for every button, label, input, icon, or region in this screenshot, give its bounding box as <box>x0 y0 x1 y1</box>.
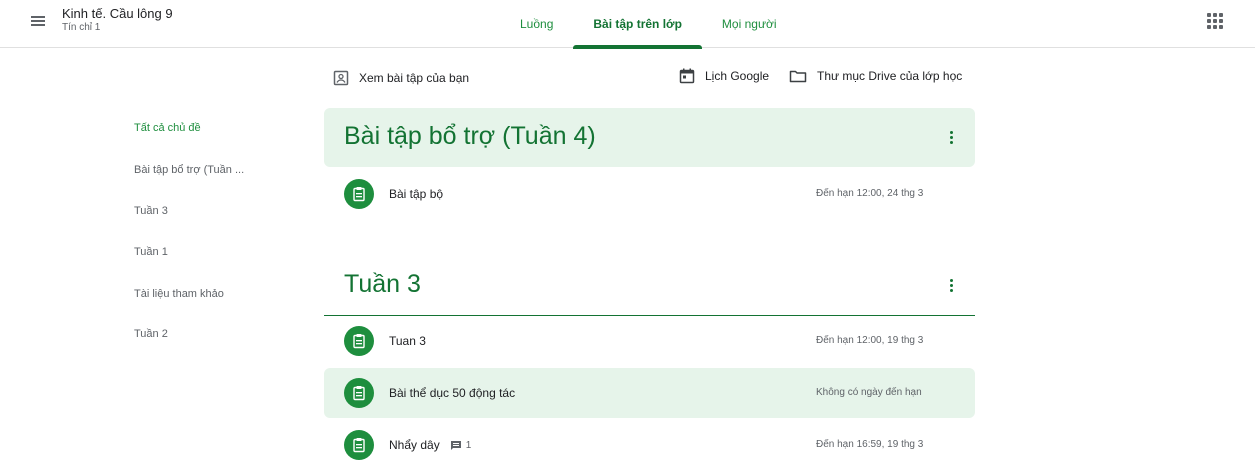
assignment-title: Bài tập bộ <box>389 187 444 201</box>
top-app-bar: Kinh tế. Cầu lông 9 Tín chỉ 1 Luồng Bài … <box>0 0 1255 49</box>
class-title[interactable]: Kinh tế. Cầu lông 9 <box>62 6 173 21</box>
comment-icon <box>450 440 462 451</box>
hamburger-menu-icon[interactable] <box>29 13 47 31</box>
topic-header-week-3: Tuần 3 <box>324 256 975 315</box>
assignment-title: Nhẩy dây <box>389 438 440 452</box>
class-section: Tín chỉ 1 <box>62 22 101 33</box>
assignment-title: Bài thể dục 50 động tác <box>389 386 516 400</box>
comment-count: 1 <box>465 439 472 451</box>
calendar-icon <box>679 68 695 84</box>
assignment-item[interactable]: Nhẩy dây 1 Đến hạn 16:59, 19 thg 3 <box>324 420 975 463</box>
sidebar-item-all-topics[interactable]: Tất cả chủ đề <box>134 122 201 134</box>
sidebar-item-week-3[interactable]: Tuần 3 <box>134 205 168 217</box>
sidebar-item-references[interactable]: Tài liệu tham khảo <box>134 288 224 300</box>
apps-grid-icon[interactable] <box>1207 13 1223 29</box>
sidebar-item-week-2[interactable]: Tuần 2 <box>134 328 168 340</box>
assignment-item[interactable]: Bài thể dục 50 động tác Không có ngày đế… <box>324 368 975 418</box>
drive-folder-label: Thư mục Drive của lớp học <box>817 69 963 83</box>
assignment-icon <box>344 430 374 460</box>
topic-title[interactable]: Tuần 3 <box>344 270 421 299</box>
view-your-work-label: Xem bài tập của bạn <box>359 71 470 85</box>
account-box-icon <box>333 70 349 86</box>
view-your-work-link[interactable]: Xem bài tập của bạn <box>333 68 469 88</box>
topic-title[interactable]: Bài tập bổ trợ (Tuần 4) <box>344 122 596 151</box>
tab-people[interactable]: Mọi người <box>702 0 797 48</box>
sidebar-item-week-1[interactable]: Tuần 1 <box>134 246 168 258</box>
sidebar-item-supplementary[interactable]: Bài tập bổ trợ (Tuần ... <box>134 164 244 176</box>
assignment-item[interactable]: Bài tập bộ Đến hạn 12:00, 24 thg 3 <box>324 169 975 219</box>
assignment-item[interactable]: Tuan 3 Đến hạn 12:00, 19 thg 3 <box>324 316 975 366</box>
folder-icon <box>789 70 807 83</box>
google-calendar-label: Lịch Google <box>705 69 770 83</box>
assignment-due-date: Không có ngày đến hạn <box>816 387 922 398</box>
tab-classwork[interactable]: Bài tập trên lớp <box>573 0 702 49</box>
assignment-due-date: Đến hạn 12:00, 24 thg 3 <box>816 188 924 199</box>
tab-stream[interactable]: Luồng <box>500 0 573 48</box>
assignment-icon <box>344 326 374 356</box>
assignment-icon <box>344 378 374 408</box>
assignment-title-row: Nhẩy dây 1 <box>389 438 471 452</box>
assignment-icon <box>344 179 374 209</box>
topic-header-supplementary: Bài tập bổ trợ (Tuần 4) <box>324 108 975 167</box>
more-options-icon[interactable] <box>950 131 954 145</box>
assignment-due-date: Đến hạn 16:59, 19 thg 3 <box>816 439 924 450</box>
assignment-due-date: Đến hạn 12:00, 19 thg 3 <box>816 335 924 346</box>
google-calendar-link[interactable]: Lịch Google <box>679 66 769 86</box>
tab-bar: Luồng Bài tập trên lớp Mọi người <box>500 0 797 49</box>
drive-folder-link[interactable]: Thư mục Drive của lớp học <box>789 66 962 86</box>
assignment-title: Tuan 3 <box>389 334 426 348</box>
more-options-icon[interactable] <box>950 279 954 293</box>
